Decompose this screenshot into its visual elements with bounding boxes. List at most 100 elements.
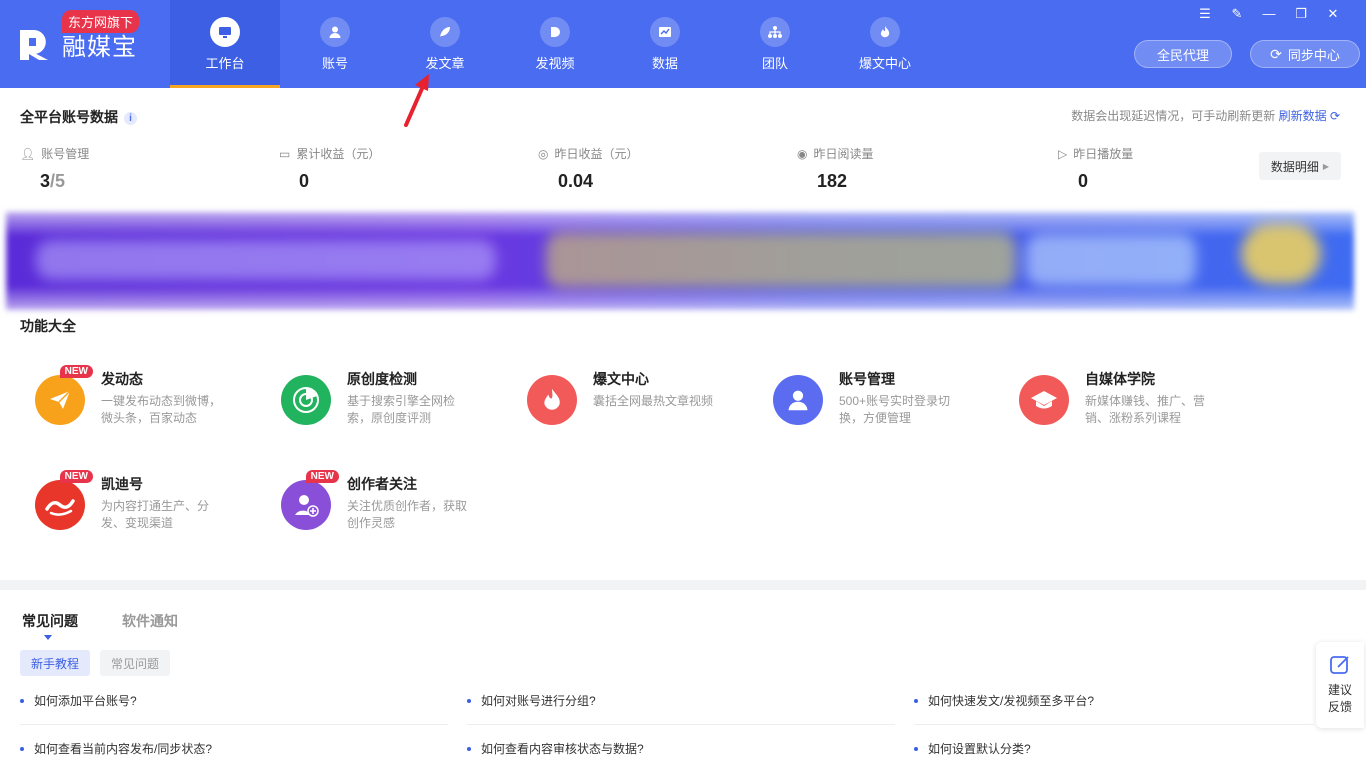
flame-icon: [527, 375, 577, 425]
stat-yesterday-reads: ◉ 昨日阅读量 182: [797, 145, 874, 192]
stat-value: 0: [1078, 171, 1089, 191]
faq-tabs: 常见问题 软件通知: [22, 611, 178, 640]
func-name: 创作者关注: [347, 476, 417, 492]
func-desc: 关注优质创作者，获取创作灵感: [347, 499, 468, 530]
new-badge: NEW: [305, 470, 339, 483]
app-badge: 东方网旗下: [62, 10, 140, 33]
data-detail-label: 数据明细: [1270, 159, 1319, 174]
window-controls: ☰ ✎ — ❐ ✕: [1198, 6, 1340, 22]
top-bar: 融媒宝 东方网旗下 工作台 账号 发文章 发视频 数据 团队 爆文中心 ☰ ✎ …: [0, 0, 1366, 88]
func-kaidi[interactable]: NEW 凯迪号 为内容打通生产、分发、变现渠道: [35, 470, 265, 532]
row-divider: [467, 724, 895, 725]
close-icon[interactable]: ✕: [1326, 6, 1340, 22]
minimize-icon[interactable]: —: [1262, 6, 1276, 22]
sync-center-button[interactable]: ⟳ 同步中心: [1250, 40, 1360, 68]
faq-item[interactable]: 如何添加平台账号?: [20, 692, 137, 709]
row-divider: [914, 724, 1314, 725]
team-icon: [760, 16, 790, 47]
func-account-manage[interactable]: 账号管理 500+账号实时登录切换，方便管理: [773, 371, 1003, 427]
refresh-data-link[interactable]: 刷新数据: [1279, 109, 1327, 123]
nav-label: 发文章: [425, 55, 465, 71]
paper-plane-icon: NEW: [35, 365, 93, 425]
user-icon: [773, 375, 823, 425]
faq-item[interactable]: 如何对账号进行分组?: [467, 692, 596, 709]
stat-total-income: ▭ 累计收益（元） 0: [279, 145, 380, 192]
nav-label: 团队: [761, 55, 788, 71]
flame-icon: [870, 16, 900, 47]
func-originality-check[interactable]: 原创度检测 基于搜索引擎全网检索，原创度评测: [281, 371, 511, 427]
chip-beginner-tutorial[interactable]: 新手教程: [20, 650, 91, 676]
stats-title: 全平台账号数据 i: [20, 107, 137, 127]
chart-icon: [650, 16, 680, 47]
stat-value: 0: [299, 171, 310, 191]
graduation-cap-icon: [1019, 375, 1069, 425]
feather-icon: [430, 16, 460, 47]
stats-note: 数据会出现延迟情况，可手动刷新更新 刷新数据 ⟳: [1071, 107, 1340, 124]
menu-icon[interactable]: ☰: [1198, 6, 1212, 22]
func-creator-follow[interactable]: NEW 创作者关注关注优质创作者，获取创作灵感: [281, 470, 511, 532]
logo-mark-icon: [18, 26, 56, 62]
edit-icon[interactable]: ✎: [1230, 6, 1244, 22]
kaidi-logo-icon: NEW: [35, 470, 93, 530]
caret-right-icon: ▶: [1322, 161, 1330, 171]
stat-value: 3: [40, 171, 51, 191]
info-icon[interactable]: i: [124, 111, 137, 125]
new-badge: NEW: [59, 365, 93, 378]
stats-note-text: 数据会出现延迟情况，可手动刷新更新: [1071, 109, 1276, 123]
func-name: 爆文中心: [593, 371, 649, 387]
nav-account[interactable]: 账号: [280, 0, 390, 88]
func-desc: 新媒体赚钱、推广、营销、涨粉系列课程: [1085, 394, 1206, 425]
chip-common-questions[interactable]: 常见问题: [100, 650, 171, 676]
nav-label: 账号: [321, 55, 348, 71]
faq-item[interactable]: 如何设置默认分类?: [914, 740, 1031, 757]
restore-icon[interactable]: ❐: [1294, 6, 1308, 22]
sync-icon: ⟳: [1270, 45, 1282, 62]
section-divider: [0, 580, 1366, 590]
nav-team[interactable]: 团队: [720, 0, 830, 88]
stat-yesterday-plays: ▷ 昨日播放量 0: [1058, 145, 1133, 192]
feedback-edit-icon: [1330, 656, 1349, 674]
stat-label: 昨日播放量: [1073, 147, 1134, 161]
feedback-label-1: 建议: [1327, 683, 1352, 697]
stat-value-denominator: /5: [50, 171, 66, 191]
func-desc: 囊括全网最热文章视频: [593, 394, 714, 408]
annotation-arrow-icon: [404, 74, 429, 127]
func-desc: 500+账号实时登录切换，方便管理: [839, 394, 951, 425]
stats-title-text: 全平台账号数据: [20, 109, 118, 125]
play-icon: [540, 16, 570, 47]
stat-accounts: 👤︎ 账号管理 3/5: [20, 145, 89, 192]
faq-item[interactable]: 如何查看当前内容发布/同步状态?: [20, 740, 212, 757]
radar-icon: [281, 375, 331, 425]
func-name: 发动态: [101, 371, 143, 387]
coin-icon: ◎: [538, 146, 549, 161]
feedback-button[interactable]: 建议 反馈: [1316, 642, 1364, 728]
agent-button[interactable]: 全民代理: [1134, 40, 1232, 68]
func-desc: 为内容打通生产、分发、变现渠道: [101, 499, 210, 530]
sync-label: 同步中心: [1287, 47, 1340, 63]
refresh-icon[interactable]: ⟳: [1330, 109, 1340, 123]
tab-notices[interactable]: 软件通知: [122, 611, 178, 631]
stat-label: 昨日收益（元）: [554, 147, 639, 161]
functions-title: 功能大全: [20, 318, 76, 334]
tab-faq[interactable]: 常见问题: [22, 611, 78, 640]
func-post-dynamic[interactable]: NEW 发动态一键发布动态到微博，微头条，百家动态: [35, 365, 265, 427]
func-name: 账号管理: [839, 371, 895, 387]
stat-value: 0.04: [558, 171, 594, 191]
faq-item[interactable]: 如何查看内容审核状态与数据?: [467, 740, 644, 757]
func-hot-center[interactable]: 爆文中心囊括全网最热文章视频: [527, 371, 757, 425]
nav-label: 工作台: [205, 55, 245, 71]
func-desc: 一键发布动态到微博，微头条，百家动态: [101, 394, 222, 425]
faq-item[interactable]: 如何快速发文/发视频至多平台?: [914, 692, 1094, 709]
main-nav: 工作台 账号 发文章 发视频 数据 团队 爆文中心: [170, 0, 940, 88]
nav-workbench[interactable]: 工作台: [170, 0, 280, 88]
func-media-academy[interactable]: 自媒体学院 新媒体赚钱、推广、营销、涨粉系列课程: [1019, 371, 1249, 427]
nav-data[interactable]: 数据: [610, 0, 720, 88]
nav-publish-video[interactable]: 发视频: [500, 0, 610, 88]
promo-banner[interactable]: [6, 212, 1354, 310]
monitor-icon: [210, 16, 240, 47]
nav-hot-articles[interactable]: 爆文中心: [830, 0, 940, 88]
data-detail-button[interactable]: 数据明细 ▶: [1259, 152, 1341, 180]
wallet-icon: ▭: [279, 146, 291, 161]
add-user-icon: NEW: [281, 470, 339, 530]
new-badge: NEW: [59, 470, 93, 483]
